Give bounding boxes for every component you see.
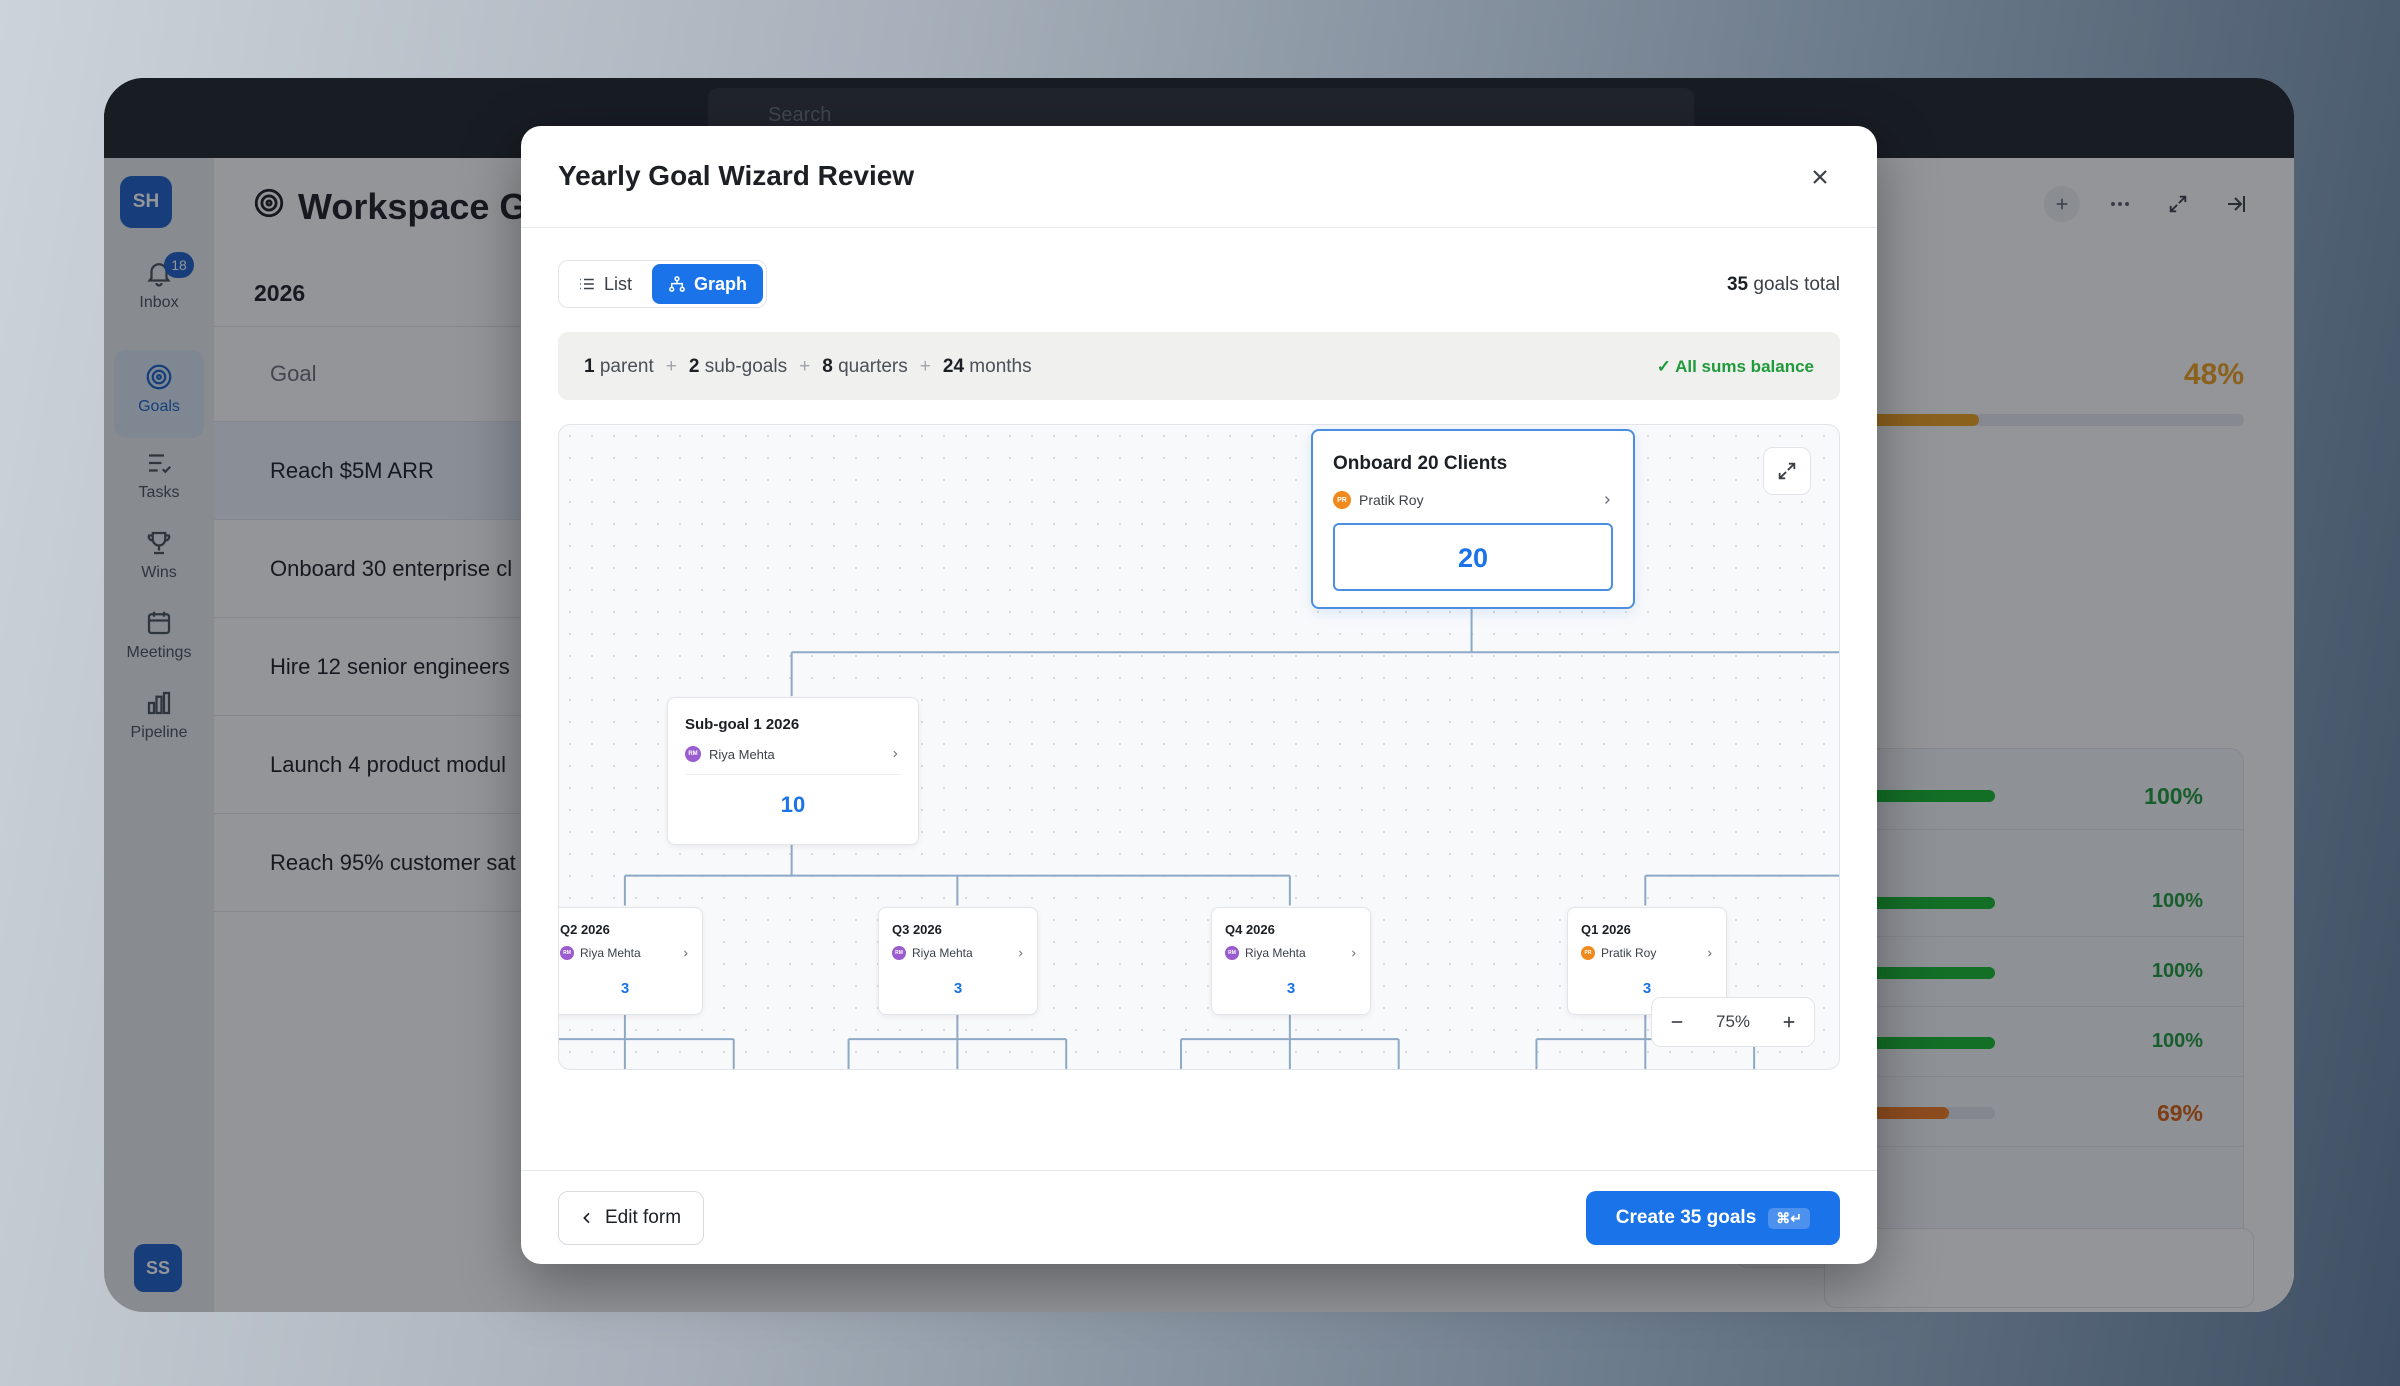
list-view-button[interactable]: List — [562, 264, 648, 304]
chevron-left-icon — [583, 1212, 590, 1224]
summary-bar: 1 parent + 2 sub-goals + 8 quarters + 24… — [558, 332, 1840, 400]
owner-name: Riya Mehta — [580, 946, 641, 960]
plus-separator: + — [665, 356, 677, 377]
chevron-right-icon — [1605, 496, 1610, 504]
edit-form-label: Edit form — [605, 1207, 682, 1228]
modal-footer: Edit form Create 35 goals ⌘↵ — [521, 1170, 1877, 1264]
plus-separator: + — [799, 356, 811, 377]
zoom-control: 75% — [1651, 997, 1815, 1047]
month-label: months — [969, 356, 1032, 377]
view-toggle: List Graph — [558, 260, 768, 308]
node-owner: RM Riya Mehta — [560, 946, 641, 960]
close-button[interactable] — [1803, 160, 1837, 194]
edit-form-button[interactable]: Edit form — [558, 1191, 705, 1245]
graph-view-label: Graph — [694, 273, 748, 294]
owner-name: Riya Mehta — [912, 946, 973, 960]
node-owner: RM Riya Mehta — [685, 746, 775, 762]
modal-title: Yearly Goal Wizard Review — [558, 160, 915, 191]
node-title: Q1 2026 — [1581, 922, 1631, 937]
avatar: RM — [1225, 946, 1239, 960]
node-owner: RM Riya Mehta — [892, 946, 973, 960]
quarter-node[interactable]: Q4 2026 RM Riya Mehta 3 — [1211, 907, 1371, 1015]
graph-icon — [669, 276, 685, 292]
month-count: 24 — [942, 356, 965, 377]
owner-name: Riya Mehta — [709, 746, 775, 762]
node-value: 3 — [1642, 980, 1652, 997]
zoom-in-button[interactable] — [1774, 1007, 1804, 1037]
chevron-right-icon — [1352, 950, 1356, 957]
node-title: Sub-goal 1 2026 — [685, 716, 800, 733]
node-value: 20 — [1457, 543, 1489, 573]
quarter-node[interactable]: Q3 2026 RM Riya Mehta 3 — [878, 907, 1038, 1015]
goals-total-suffix: goals total — [1748, 274, 1840, 295]
goals-total-count: 35 — [1726, 274, 1749, 295]
plus-icon — [1783, 1016, 1795, 1028]
graph-view-button[interactable]: Graph — [652, 264, 764, 304]
modal-header: Yearly Goal Wizard Review — [521, 126, 1877, 228]
subgoal-count: 2 — [688, 356, 700, 377]
node-title: Onboard 20 Clients — [1333, 453, 1508, 474]
avatar: RM — [685, 746, 701, 762]
node-title: Q2 2026 — [560, 922, 610, 937]
list-icon — [580, 278, 594, 290]
chevron-right-icon — [893, 750, 898, 758]
quarter-node[interactable]: Q2 2026 RM Riya Mehta 3 — [559, 907, 703, 1015]
avatar: RM — [560, 946, 574, 960]
summary-counts: 1 parent + 2 sub-goals + 8 quarters + 24… — [584, 356, 1032, 378]
owner-name: Pratik Roy — [1601, 946, 1657, 960]
chevron-right-icon — [1019, 950, 1023, 957]
node-value: 10 — [780, 792, 806, 817]
owner-name: Riya Mehta — [1245, 946, 1306, 960]
chevron-right-icon — [1708, 950, 1712, 957]
create-goals-label: Create 35 goals — [1615, 1207, 1757, 1228]
parent-label: parent — [599, 356, 654, 377]
avatar: PR — [1581, 946, 1595, 960]
list-view-label: List — [604, 273, 633, 294]
node-title: Q3 2026 — [892, 922, 942, 937]
parent-count: 1 — [584, 356, 595, 377]
owner-name: Pratik Roy — [1359, 492, 1424, 508]
plus-separator: + — [919, 356, 931, 377]
zoom-out-button[interactable] — [1662, 1007, 1692, 1037]
node-owner: PR Pratik Roy — [1581, 946, 1656, 960]
node-title: Q4 2026 — [1225, 922, 1275, 937]
goal-graph-canvas[interactable]: Onboard 20 Clients PR Pratik Roy 20 Sub-… — [558, 424, 1840, 1070]
node-value: 3 — [620, 980, 630, 997]
quarter-count: 8 — [822, 356, 833, 377]
wizard-review-modal: Yearly Goal Wizard Review List Graph 35 … — [521, 126, 1877, 1264]
node-owner: RM Riya Mehta — [1225, 946, 1306, 960]
keyboard-shortcut: ⌘↵ — [1768, 1207, 1810, 1229]
subgoal-node[interactable]: Sub-goal 1 2026 RM Riya Mehta 10 — [667, 697, 919, 845]
close-icon — [1813, 170, 1827, 184]
node-value: 3 — [953, 980, 963, 997]
root-goal-node[interactable]: Onboard 20 Clients PR Pratik Roy 20 — [1311, 429, 1635, 609]
minus-icon — [1671, 1021, 1683, 1023]
node-divider — [685, 774, 901, 775]
subgoal-label: sub-goals — [704, 356, 788, 377]
avatar: RM — [892, 946, 906, 960]
create-goals-button[interactable]: Create 35 goals ⌘↵ — [1585, 1191, 1840, 1245]
chevron-right-icon — [684, 950, 688, 957]
zoom-level: 75% — [1715, 1012, 1751, 1031]
node-value: 3 — [1286, 980, 1296, 997]
node-owner: PR Pratik Roy — [1333, 491, 1424, 509]
quarter-label: quarters — [838, 356, 908, 377]
target-value-input[interactable]: 20 — [1333, 523, 1613, 591]
fullscreen-button[interactable] — [1763, 447, 1811, 495]
expand-icon — [1778, 462, 1796, 480]
avatar: PR — [1333, 491, 1351, 509]
goals-total: 35 goals total — [1727, 274, 1840, 296]
balance-status: ✓ All sums balance — [1656, 357, 1814, 376]
